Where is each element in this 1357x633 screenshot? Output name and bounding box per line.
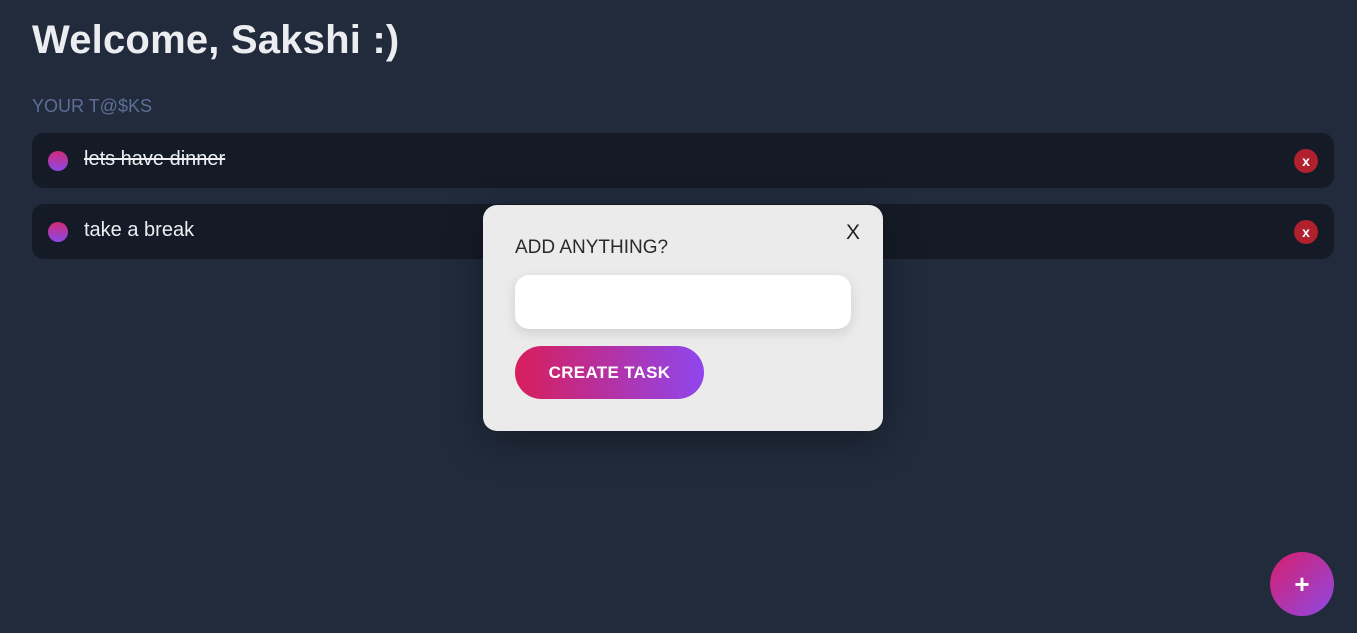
task-input[interactable] <box>515 275 851 329</box>
create-task-button[interactable]: CREATE TASK <box>515 346 704 399</box>
add-task-modal: X ADD ANYTHING? CREATE TASK <box>483 205 883 431</box>
task-text: lets have dinner <box>84 148 226 170</box>
close-modal-button[interactable]: X <box>846 221 860 245</box>
task-status-dot[interactable] <box>48 151 68 171</box>
modal-title: ADD ANYTHING? <box>515 237 669 258</box>
plus-icon: + <box>1294 568 1310 599</box>
app-page: Welcome, Sakshi :) YOUR T@$KS lets have … <box>0 0 1357 633</box>
add-task-fab[interactable]: + <box>1270 552 1334 616</box>
task-item[interactable]: lets have dinner x <box>32 133 1334 188</box>
tasks-section-label: YOUR T@$KS <box>32 96 152 116</box>
task-text: take a break <box>84 219 195 241</box>
task-status-dot[interactable] <box>48 222 68 242</box>
welcome-heading: Welcome, Sakshi :) <box>32 18 400 62</box>
delete-task-button[interactable]: x <box>1294 220 1318 244</box>
delete-task-button[interactable]: x <box>1294 149 1318 173</box>
